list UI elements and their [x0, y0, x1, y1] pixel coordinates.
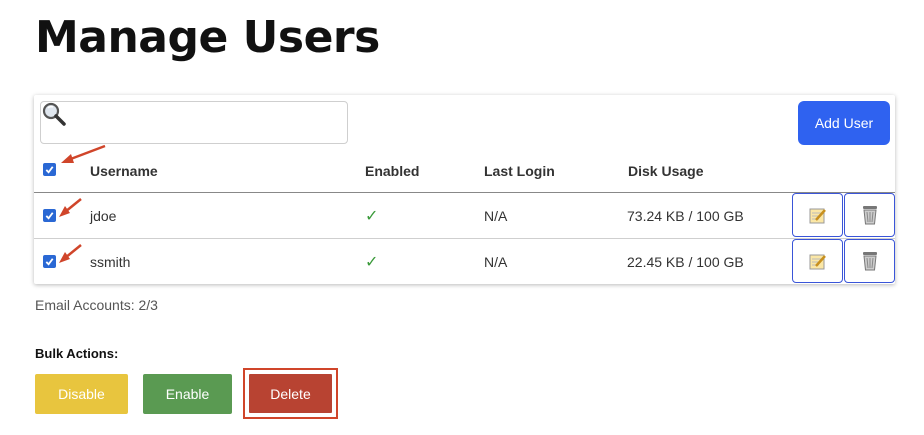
enabled-check-icon: ✓ — [365, 208, 379, 225]
enable-button[interactable]: Enable — [143, 374, 232, 414]
username-cell: jdoe — [90, 208, 117, 224]
disk-usage-cell: 22.45 KB / 100 GB — [627, 254, 744, 270]
edit-note-icon — [809, 254, 826, 270]
username-cell: ssmith — [90, 254, 131, 270]
column-header-enabled: Enabled — [365, 163, 420, 179]
enabled-check-icon: ✓ — [365, 254, 379, 271]
trash-can-icon — [862, 206, 877, 225]
edit-note-icon — [809, 208, 826, 224]
arrow-annotation-icon — [59, 244, 82, 263]
bulk-actions-label: Bulk Actions: — [35, 346, 119, 361]
add-user-button[interactable]: Add User — [798, 101, 890, 145]
select-all-checkbox[interactable] — [43, 163, 56, 176]
trash-can-icon — [862, 252, 877, 271]
column-header-last-login: Last Login — [484, 163, 555, 179]
column-header-username: Username — [90, 163, 158, 179]
row-checkbox-ssmith[interactable] — [43, 255, 56, 268]
edit-user-button[interactable] — [792, 239, 843, 283]
arrow-annotation-icon — [59, 198, 82, 217]
delete-user-button[interactable] — [844, 193, 895, 237]
row-divider — [34, 238, 895, 239]
delete-user-button[interactable] — [844, 239, 895, 283]
last-login-cell: N/A — [484, 208, 508, 224]
disk-usage-cell: 73.24 KB / 100 GB — [627, 208, 744, 224]
search-input[interactable] — [40, 101, 348, 144]
email-accounts-count: Email Accounts: 2/3 — [35, 297, 158, 313]
header-divider — [34, 192, 895, 193]
edit-user-button[interactable] — [792, 193, 843, 237]
disable-button[interactable]: Disable — [35, 374, 128, 414]
page-title: Manage Users — [35, 12, 380, 63]
magnifier-icon — [41, 102, 67, 126]
column-header-disk-usage: Disk Usage — [628, 163, 704, 179]
last-login-cell: N/A — [484, 254, 508, 270]
row-checkbox-jdoe[interactable] — [43, 209, 56, 222]
delete-button[interactable]: Delete — [248, 373, 333, 414]
